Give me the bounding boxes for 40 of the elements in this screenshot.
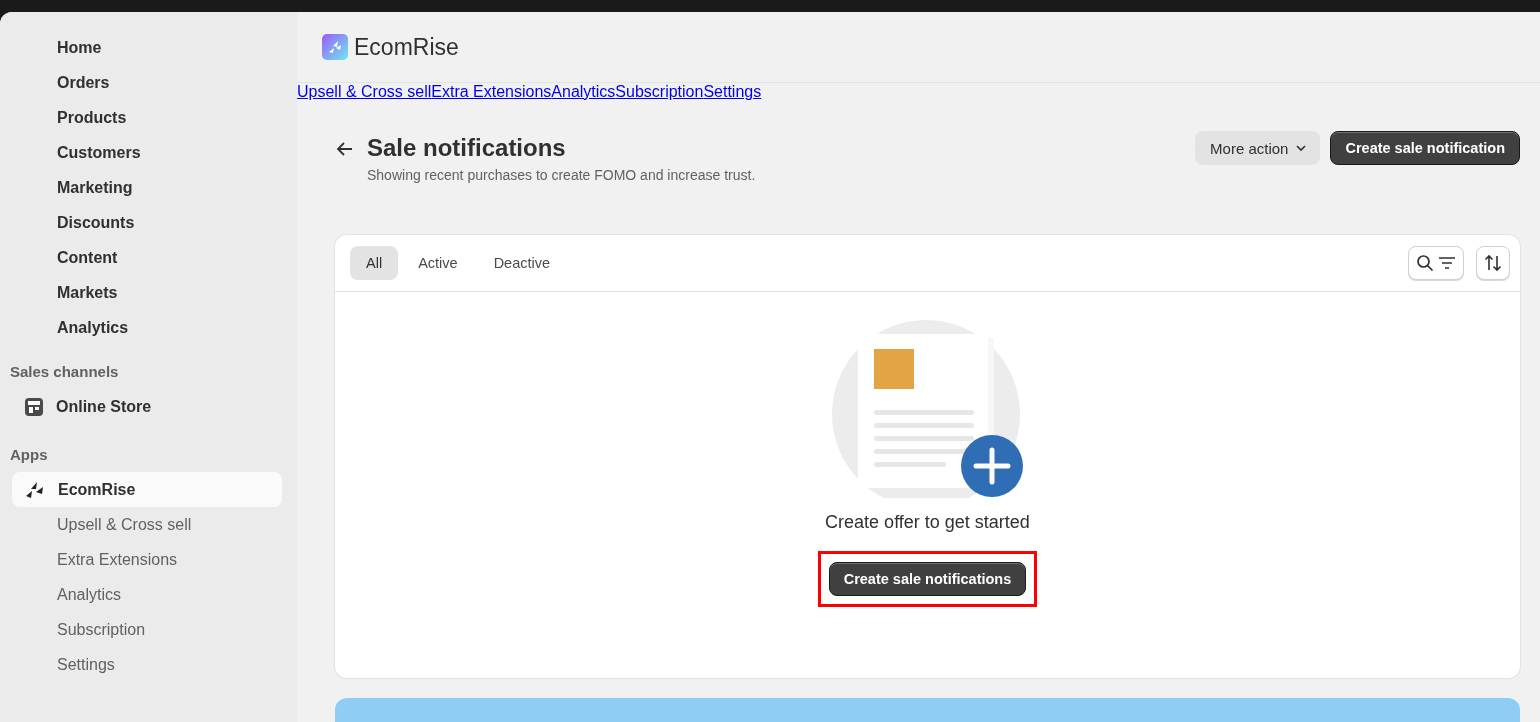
nav-link[interactable]: Subscription (615, 83, 704, 101)
nav-item[interactable]: Markets (12, 275, 282, 310)
filter-tab[interactable]: All (350, 246, 399, 280)
app-subnav-item[interactable]: Analytics (12, 577, 282, 612)
nav-item[interactable]: Orders (12, 65, 282, 100)
nav-item[interactable]: Home (12, 30, 282, 65)
search-filter-button[interactable] (1408, 246, 1464, 280)
nav-link[interactable]: Settings (703, 83, 762, 101)
nav-item[interactable]: Content (12, 240, 282, 275)
nav-item[interactable]: Analytics (12, 310, 282, 345)
app-subnav-item[interactable]: Settings (12, 647, 282, 682)
nav-item[interactable]: Discounts (12, 205, 282, 240)
nav-link[interactable]: Extra Extensions (431, 83, 552, 101)
app-nav-item[interactable]: EcomRise (12, 472, 282, 507)
store-icon (24, 396, 44, 417)
more-action-button[interactable]: More action (1195, 131, 1321, 165)
filter-tab[interactable]: Deactive (477, 246, 567, 280)
app-subnav-item[interactable]: Subscription (12, 612, 282, 647)
section-heading: Apps (10, 444, 49, 464)
app-subnav-item[interactable]: Extra Extensions (12, 542, 282, 577)
section-heading: Sales channels (10, 361, 120, 381)
sort-button[interactable] (1476, 246, 1510, 280)
sort-icon (1484, 254, 1502, 272)
app-logo-icon (322, 34, 348, 60)
app-title: EcomRise (354, 33, 459, 61)
filter-icon (1438, 254, 1456, 272)
create-button[interactable]: Create sale notification (1330, 131, 1520, 165)
nav-item[interactable]: Products (12, 100, 282, 135)
create-button[interactable]: Create sale notifications (828, 562, 1027, 596)
nav-item[interactable]: Online Store (12, 389, 282, 424)
empty-state-message: Create offer to get started (825, 512, 1030, 533)
nav-link[interactable]: Analytics (551, 83, 616, 101)
page-title: Sale notifications (367, 133, 567, 163)
page-subtitle: Showing recent purchases to create FOMO and increase trust. (367, 167, 756, 183)
search-icon (1416, 254, 1434, 272)
nav-item[interactable]: Customers (12, 135, 282, 170)
nav-item[interactable]: Marketing (12, 170, 282, 205)
filter-tab[interactable]: Active (402, 246, 474, 280)
app-subnav-item[interactable]: Upsell & Cross sell (12, 507, 282, 542)
nav-link[interactable]: Upsell & Cross sell (297, 83, 432, 101)
